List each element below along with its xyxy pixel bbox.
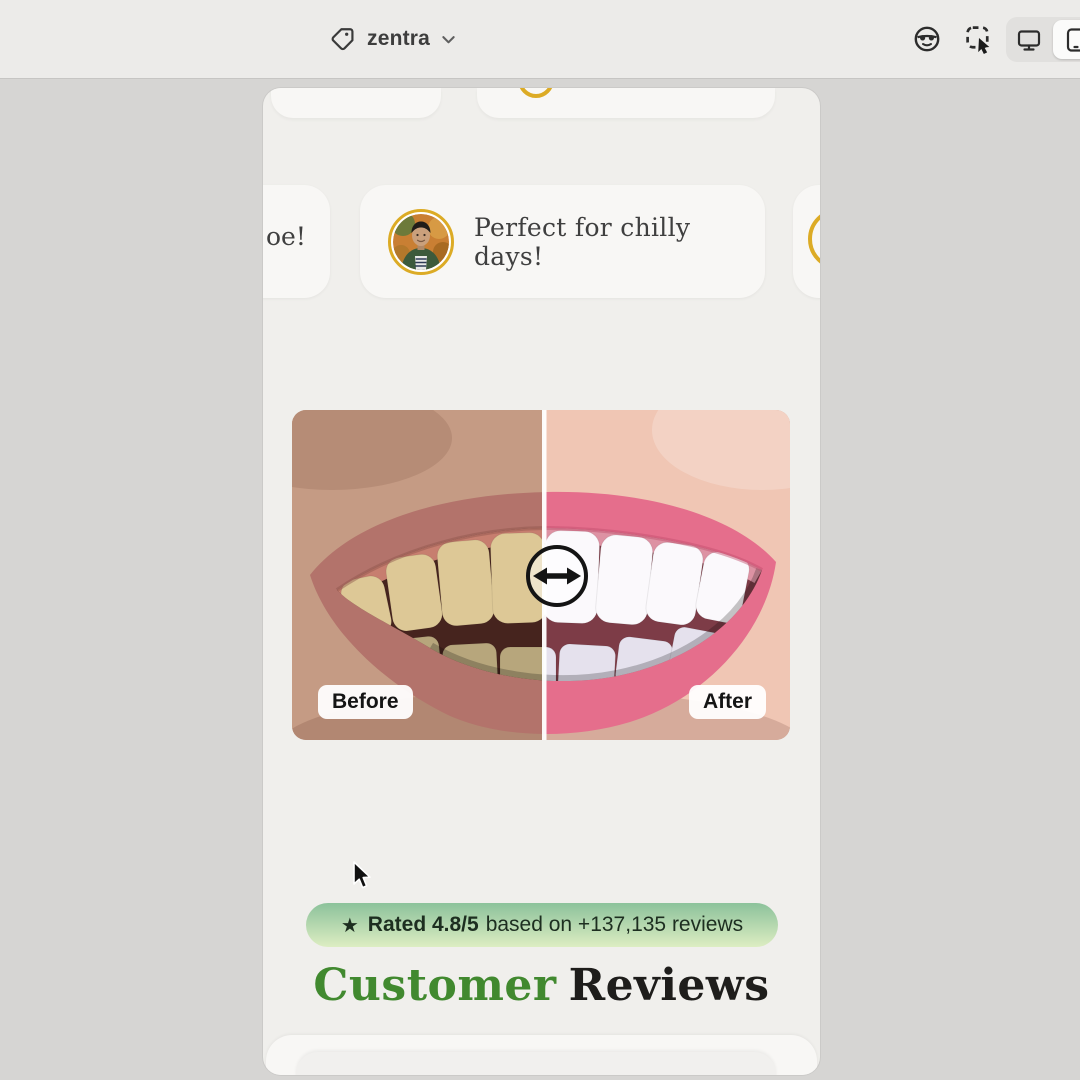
viewport-toggle	[1006, 17, 1080, 62]
rating-score: Rated 4.8/5	[368, 913, 479, 937]
testimonial-card-next[interactable]	[793, 185, 820, 298]
mobile-phone-icon	[1063, 27, 1080, 53]
avatar	[388, 209, 454, 275]
brand-name: zentra	[367, 27, 430, 51]
before-after-slider[interactable]: Before After	[292, 410, 790, 740]
slider-drag-handle[interactable]	[528, 547, 586, 605]
avatar-ring-partial	[808, 208, 820, 270]
mobile-view-button[interactable]	[1053, 20, 1080, 59]
app-window: zentra	[0, 0, 1080, 1080]
brand-switcher-dropdown[interactable]: zentra	[330, 14, 456, 64]
testimonial-card-current[interactable]: Perfect for chilly days!	[360, 185, 765, 298]
mobile-preview-panel: oe!	[263, 88, 820, 1075]
testimonial-card-previous[interactable]: oe!	[263, 185, 330, 298]
select-element-icon[interactable]	[964, 24, 995, 55]
review-item-fragment	[296, 1052, 776, 1075]
testimonial-fragment-text: oe!	[266, 222, 306, 251]
tag-icon	[330, 26, 356, 52]
star-icon: ★	[341, 913, 359, 938]
previous-section-card-fragment	[477, 88, 775, 118]
incognito-face-icon[interactable]	[912, 24, 942, 54]
mouse-cursor	[350, 860, 374, 897]
rating-review-count: based on +137,135 reviews	[486, 913, 743, 937]
previous-section-card-fragment	[271, 88, 441, 118]
testimonial-text: Perfect for chilly days!	[474, 213, 765, 271]
chevron-down-icon	[441, 32, 456, 47]
before-label: Before	[318, 685, 413, 719]
rating-badge: ★ Rated 4.8/5 based on +137,135 reviews	[306, 903, 778, 947]
heading-rest-word: Reviews	[569, 960, 770, 1011]
heading-accent-word: Customer	[313, 960, 556, 1011]
section-heading: Customer Reviews	[263, 960, 820, 1011]
editor-topbar: zentra	[0, 0, 1080, 79]
desktop-view-button[interactable]	[1006, 17, 1052, 62]
after-label: After	[689, 685, 766, 719]
desktop-monitor-icon	[1016, 27, 1042, 53]
